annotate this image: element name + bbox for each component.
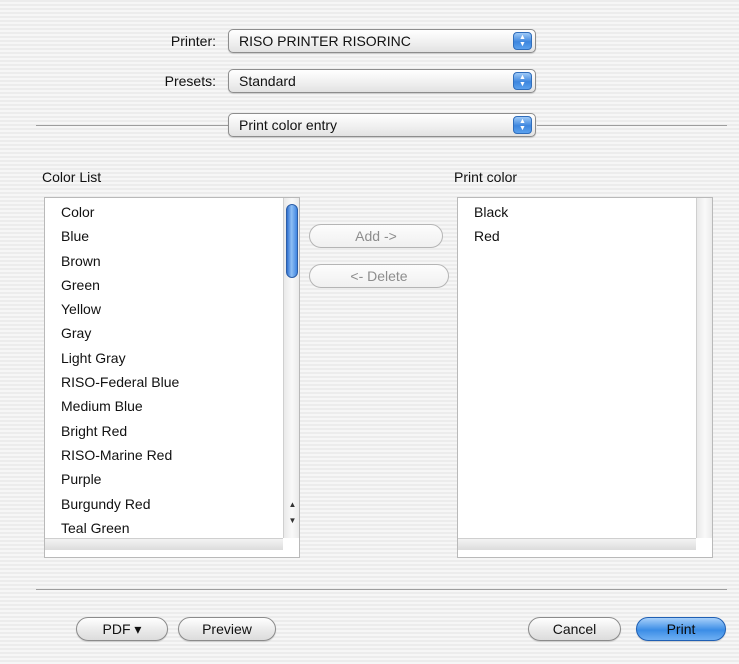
separator-left	[36, 125, 228, 126]
updown-arrows-icon: ▲ ▼	[513, 72, 532, 90]
list-item[interactable]: RISO-Federal Blue	[61, 372, 179, 396]
list-item[interactable]: Light Gray	[61, 348, 179, 372]
print-color-title: Print color	[454, 169, 518, 185]
panel-popup[interactable]: Print color entry ▲ ▼	[228, 113, 536, 137]
cancel-button[interactable]: Cancel	[528, 617, 621, 641]
updown-arrows-icon: ▲ ▼	[513, 32, 532, 50]
preview-button[interactable]: Preview	[178, 617, 276, 641]
list-item[interactable]: Blue	[61, 226, 179, 250]
scroll-up-arrow-icon[interactable]: ▲	[286, 500, 299, 509]
list-item[interactable]: Bright Red	[61, 421, 179, 445]
footer-separator	[36, 589, 727, 590]
presets-popup-value: Standard	[239, 73, 296, 89]
color-list-vertical-scrollbar[interactable]: ▲ ▼	[283, 198, 299, 538]
scrollbar-thumb[interactable]	[286, 204, 298, 278]
list-item[interactable]: Gray	[61, 323, 179, 347]
separator-right	[537, 125, 727, 126]
panel-popup-value: Print color entry	[239, 117, 338, 133]
add-button[interactable]: Add ->	[309, 224, 443, 248]
printer-label: Printer:	[170, 33, 216, 49]
pdf-menu-button[interactable]: PDF ▾	[76, 617, 168, 641]
printer-popup[interactable]: RISO PRINTER RISORINC ▲ ▼	[228, 29, 536, 53]
updown-arrows-icon: ▲ ▼	[513, 116, 532, 134]
list-item[interactable]: Yellow	[61, 299, 179, 323]
print-color-list[interactable]: Black Red	[457, 197, 713, 558]
list-item[interactable]: Green	[61, 275, 179, 299]
presets-label: Presets:	[164, 73, 216, 89]
list-item[interactable]: Medium Blue	[61, 396, 179, 420]
color-list[interactable]: Color Blue Brown Green Yellow Gray Light…	[44, 197, 300, 558]
list-item[interactable]: Burgundy Red	[61, 494, 179, 518]
print-button[interactable]: Print	[636, 617, 726, 641]
color-list-title: Color List	[42, 169, 102, 185]
printer-popup-value: RISO PRINTER RISORINC	[239, 33, 411, 49]
list-item[interactable]: Color	[61, 202, 179, 226]
list-item[interactable]: Purple	[61, 469, 179, 493]
list-item[interactable]: Red	[474, 226, 508, 250]
list-item[interactable]: Black	[474, 202, 508, 226]
list-item[interactable]: RISO-Marine Red	[61, 445, 179, 469]
color-list-horizontal-scrollbar[interactable]	[45, 538, 283, 550]
delete-button[interactable]: <- Delete	[309, 264, 449, 288]
scroll-down-arrow-icon[interactable]: ▼	[286, 516, 299, 525]
print-color-vertical-scrollbar[interactable]	[696, 198, 712, 538]
print-color-horizontal-scrollbar[interactable]	[458, 538, 696, 550]
list-item[interactable]: Brown	[61, 251, 179, 275]
presets-popup[interactable]: Standard ▲ ▼	[228, 69, 536, 93]
